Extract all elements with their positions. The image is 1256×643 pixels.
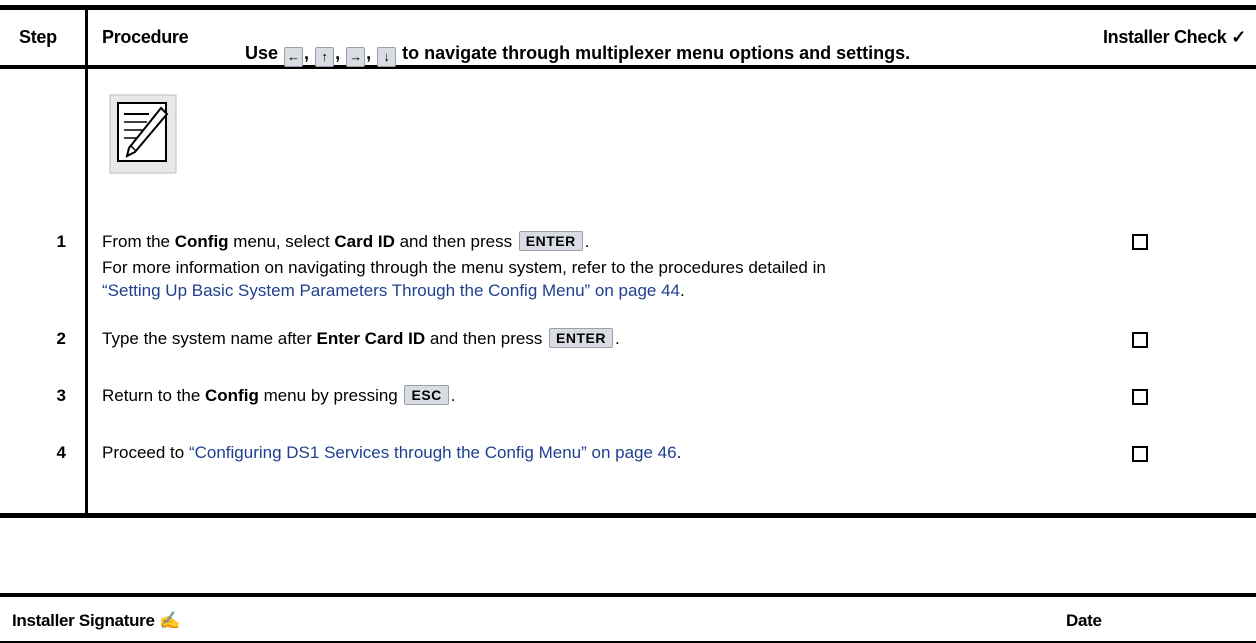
note-text: Use ←, ↑, →, ↓ to navigate through multi… <box>245 43 910 67</box>
checkbox-step-1[interactable] <box>1132 234 1148 250</box>
step-4-text: Proceed to “Configuring DS1 Services thr… <box>102 443 682 462</box>
step-2-text: Type the system name after Enter Card ID… <box>102 328 620 348</box>
step-number-3: 3 <box>56 386 66 405</box>
header-step: Step <box>19 27 57 47</box>
step-number-1: 1 <box>56 232 66 251</box>
checkbox-step-2[interactable] <box>1132 332 1148 348</box>
down-arrow-key-icon: ↓ <box>377 47 397 67</box>
checkbox-step-4[interactable] <box>1132 446 1148 462</box>
header-installer-check: Installer Check ✓ <box>1102 27 1246 47</box>
step-1-link-line: “Setting Up Basic System Parameters Thro… <box>102 281 685 300</box>
right-arrow-key-icon: → <box>346 47 366 67</box>
note-pencil-icon <box>109 94 177 174</box>
link-setting-up-basic-parameters[interactable]: “Setting Up Basic System Parameters Thro… <box>102 281 680 300</box>
up-arrow-key-icon: ↑ <box>315 47 335 67</box>
note-use: Use <box>245 43 279 63</box>
installer-signature-label: Installer Signature ✍ <box>12 611 180 630</box>
header-procedure: Procedure <box>102 27 189 47</box>
left-arrow-key-icon: ← <box>284 47 304 67</box>
date-label: Date <box>1066 611 1102 630</box>
link-configuring-ds1-services[interactable]: “Configuring DS1 Services through the Co… <box>189 443 677 462</box>
checkbox-step-3[interactable] <box>1132 389 1148 405</box>
step-1-text: From the Config menu, select Card ID and… <box>102 231 590 251</box>
step-3-text: Return to the Config menu by pressing ES… <box>102 385 456 405</box>
note-message: to navigate through multiplexer menu opt… <box>397 43 911 63</box>
column-divider <box>85 10 88 516</box>
table-bottom-rule <box>0 513 1256 518</box>
enter-key-icon: ENTER <box>518 231 583 251</box>
step-number-4: 4 <box>56 443 66 462</box>
step-1-more-info: For more information on navigating throu… <box>102 258 826 277</box>
step-number-2: 2 <box>56 329 66 348</box>
signature-top-rule <box>0 593 1256 597</box>
table-top-rule <box>0 5 1256 10</box>
enter-key-icon: ENTER <box>549 328 613 348</box>
esc-key-icon: ESC <box>404 385 449 405</box>
